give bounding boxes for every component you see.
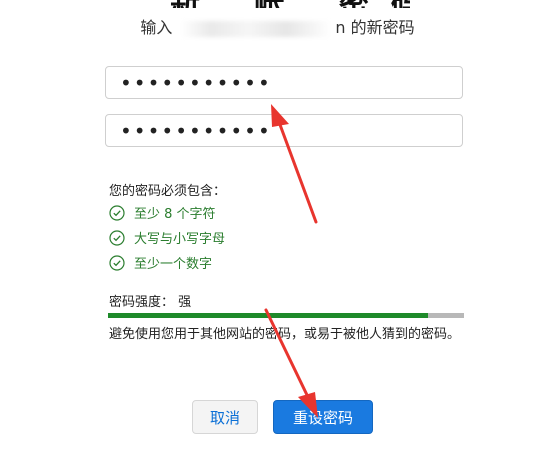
requirement-item: 至少 8 个字符 [109,203,216,222]
reset-password-button[interactable]: 重设密码 [273,400,373,434]
confirm-password-field[interactable] [105,114,463,147]
requirement-item: 至少一个数字 [109,253,212,272]
check-circle-icon [109,229,125,246]
strength-meter-fill [108,313,429,318]
subtitle-suffix: 的新密码 [350,18,415,37]
requirement-label: 至少 8 个字符 [134,207,216,222]
requirement-item: 大写与小写字母 [109,228,225,247]
cancel-button[interactable]: 取消 [192,400,258,434]
requirement-label: 至少一个数字 [134,257,213,272]
check-circle-icon [109,254,125,271]
new-password-input[interactable] [106,67,462,98]
requirements-heading: 您的密码必须包含： [109,184,227,199]
redacted-account [181,20,332,37]
confirm-password-input[interactable] [106,115,462,146]
subtitle-tail: n [335,18,346,37]
page-title: 新 帐 密码 [170,0,410,8]
check-circle-icon [109,204,125,221]
subtitle-prefix: 输入 [140,18,173,37]
strength-label: 密码强度： 强 [109,295,192,310]
new-password-field[interactable] [105,66,463,99]
strength-meter [108,313,464,318]
password-advice: 避免使用您用于其他网站的密码，或易于被他人猜到的密码。 [109,327,461,342]
requirement-label: 大写与小写字母 [134,232,226,247]
page-subtitle: 输入 n 的新密码 [0,14,555,38]
